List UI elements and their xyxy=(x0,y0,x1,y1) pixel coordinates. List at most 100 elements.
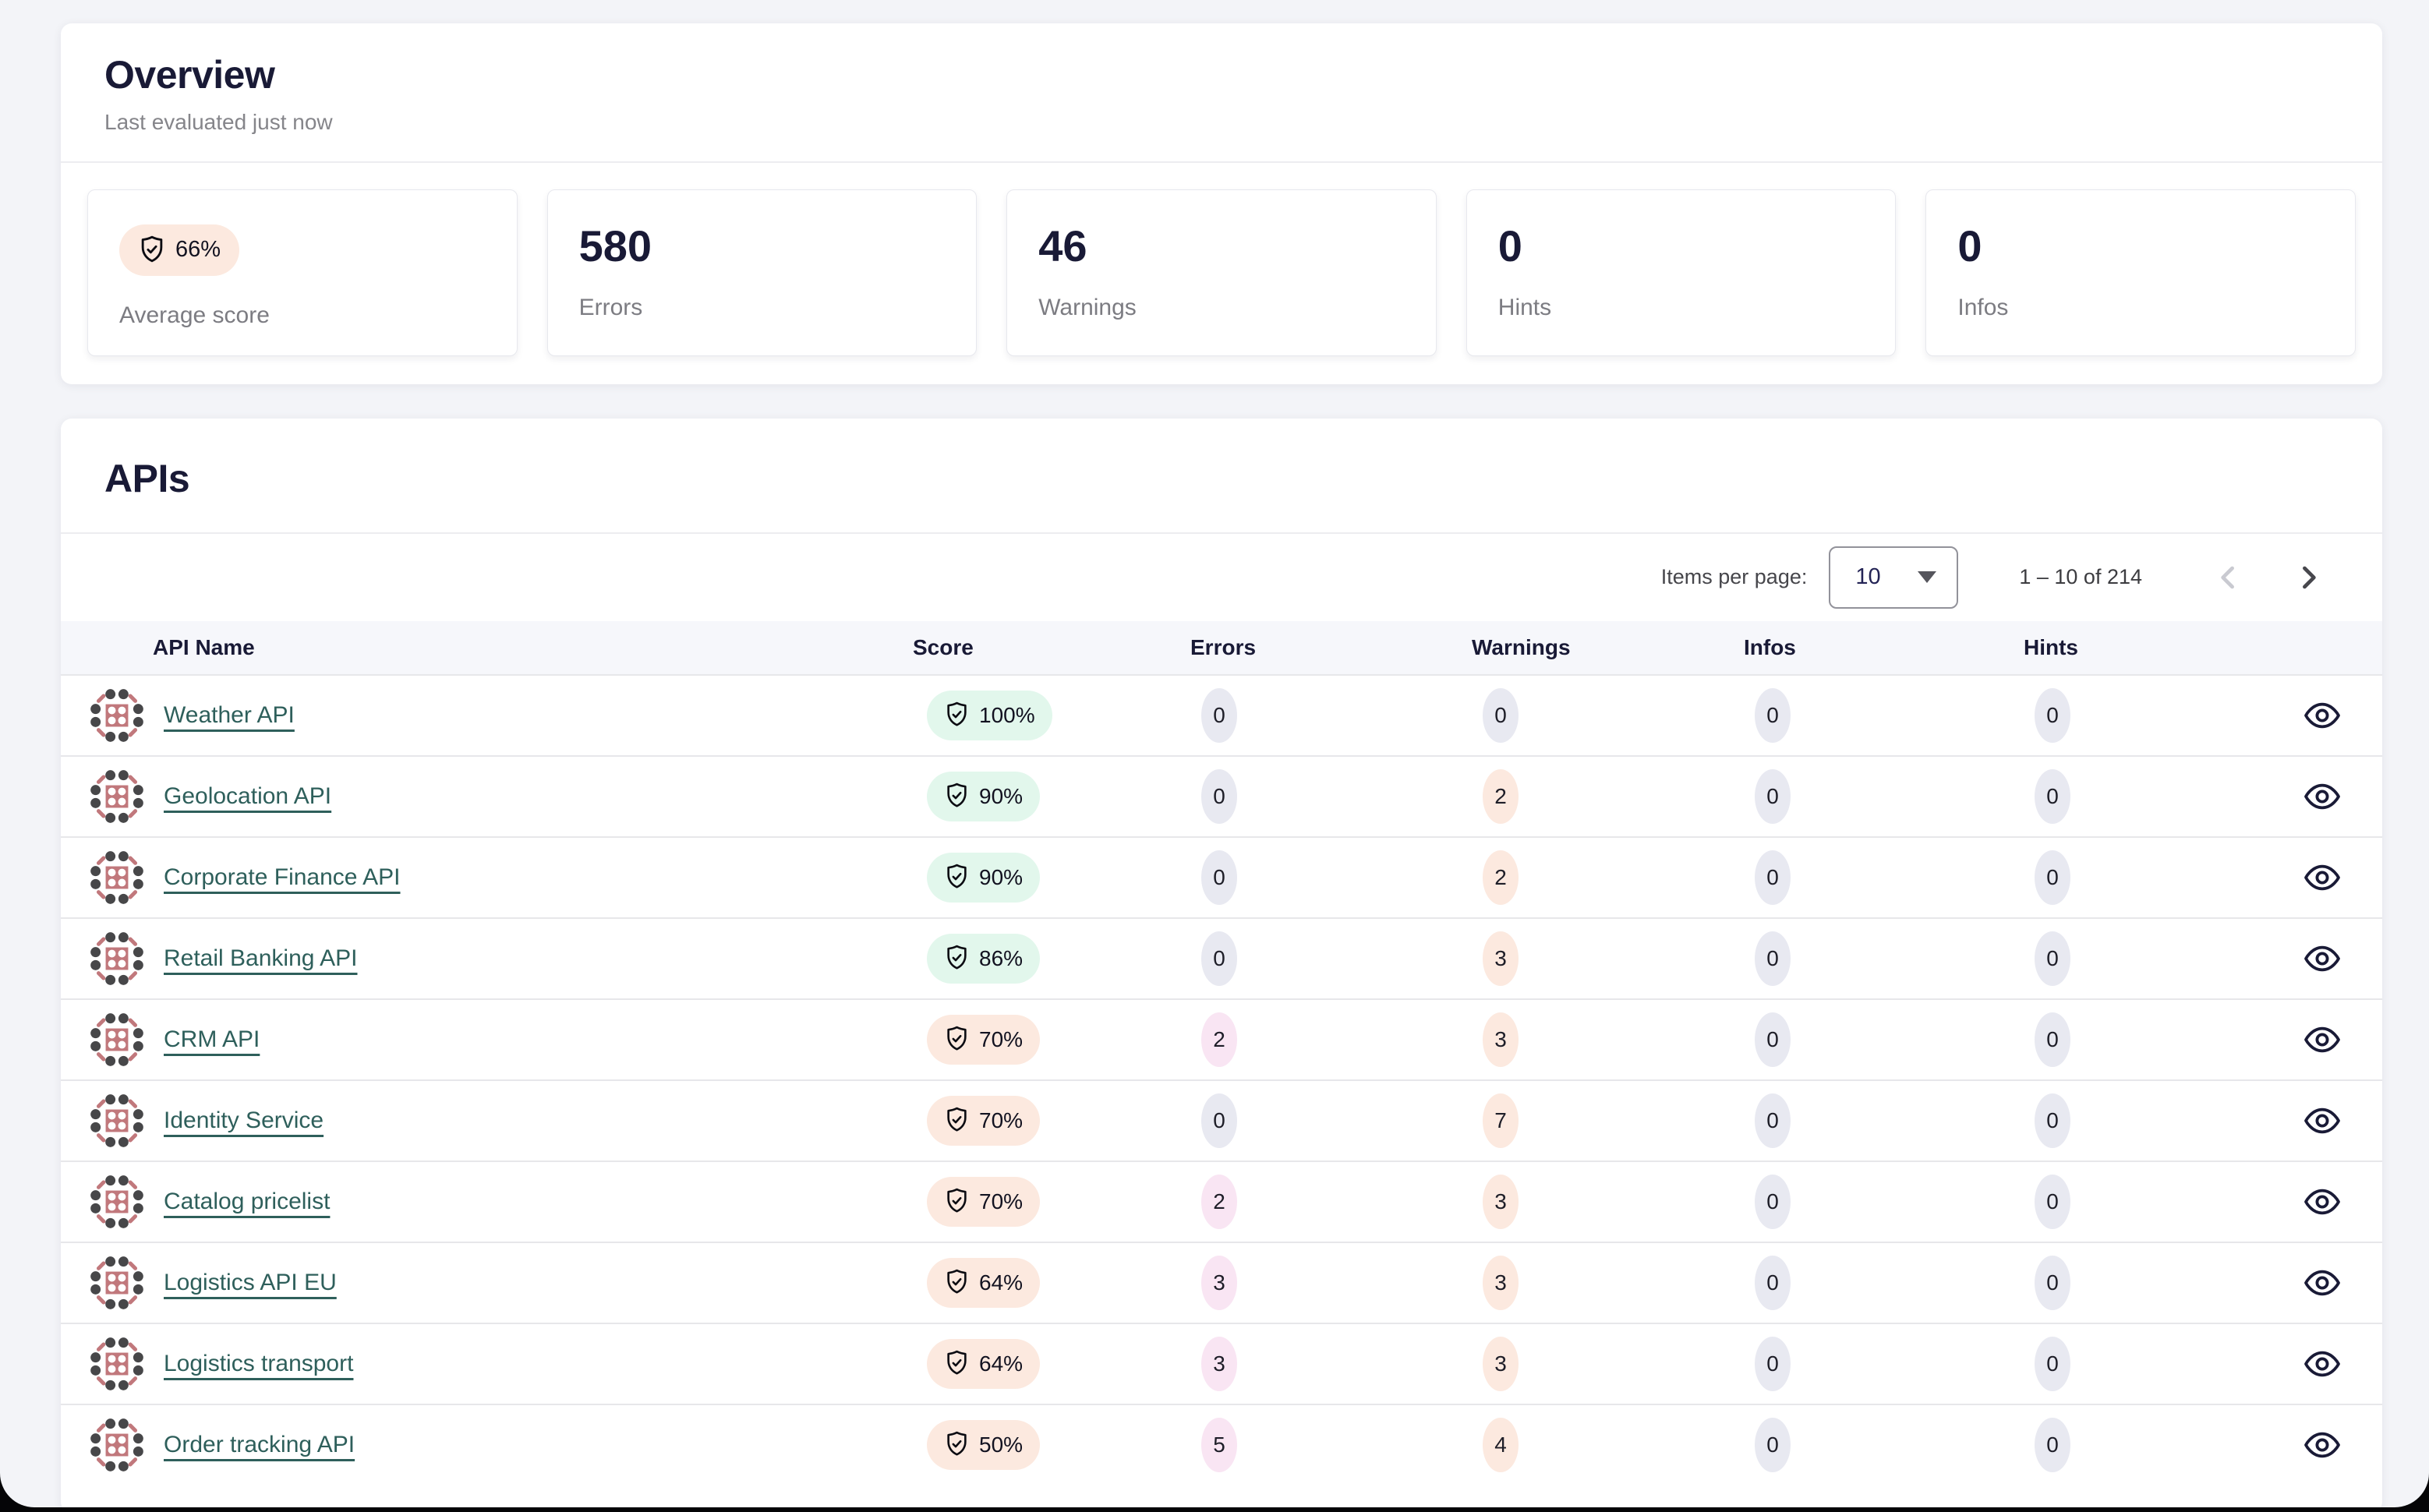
errors-cell: 0 xyxy=(1190,850,1472,905)
view-api-button[interactable] xyxy=(2301,857,2343,899)
hints-cell: 0 xyxy=(2024,1175,2237,1229)
hints-cell: 0 xyxy=(2024,1337,2237,1391)
chevron-right-icon xyxy=(2291,560,2325,595)
score-badge: 86% xyxy=(927,934,1040,984)
view-api-button[interactable] xyxy=(2301,1100,2343,1142)
table-row: Retail Banking API 86% 0 3 0 0 xyxy=(61,917,2382,998)
score-value: 70% xyxy=(979,1027,1023,1052)
api-name-cell: Order tracking API xyxy=(61,1415,913,1475)
infos-cell: 0 xyxy=(1744,1337,2024,1391)
shield-check-icon xyxy=(944,1187,970,1216)
score-badge: 70% xyxy=(927,1015,1040,1065)
score-value: 64% xyxy=(979,1270,1023,1295)
warnings-cell: 3 xyxy=(1472,1012,1744,1067)
api-name-cell: CRM API xyxy=(61,1010,913,1069)
score-value: 90% xyxy=(979,784,1023,809)
api-name-cell: Geolocation API xyxy=(61,767,913,826)
view-api-button[interactable] xyxy=(2301,938,2343,980)
api-name-cell: Catalog pricelist xyxy=(61,1172,913,1231)
view-api-button[interactable] xyxy=(2301,1343,2343,1385)
api-avatar-icon xyxy=(87,1010,147,1069)
score-badge: 64% xyxy=(927,1339,1040,1389)
hints-cell: 0 xyxy=(2024,688,2237,743)
view-api-button[interactable] xyxy=(2301,694,2343,737)
score-cell: 70% xyxy=(913,1177,1190,1227)
warnings-badge: 3 xyxy=(1483,1175,1519,1229)
api-name-link[interactable]: Logistics API EU xyxy=(164,1270,337,1296)
actions-cell xyxy=(2237,857,2381,899)
api-name-link[interactable]: Geolocation API xyxy=(164,783,331,810)
table-row: Order tracking API 50% 5 4 0 0 xyxy=(61,1404,2382,1485)
infos-cell: 0 xyxy=(1744,688,2024,743)
view-api-button[interactable] xyxy=(2301,1181,2343,1223)
hints-cell: 0 xyxy=(2024,850,2237,905)
api-name-link[interactable]: Logistics transport xyxy=(164,1351,353,1377)
stat-label: Hints xyxy=(1498,295,1865,321)
errors-badge: 5 xyxy=(1201,1418,1237,1472)
score-cell: 90% xyxy=(913,853,1190,903)
hints-badge: 0 xyxy=(2035,931,2070,986)
api-avatar-icon xyxy=(87,929,147,988)
errors-badge: 3 xyxy=(1201,1337,1237,1391)
score-cell: 70% xyxy=(913,1096,1190,1146)
next-page-button[interactable] xyxy=(2289,558,2328,597)
warnings-cell: 2 xyxy=(1472,769,1744,824)
warnings-cell: 3 xyxy=(1472,1256,1744,1310)
column-header-score: Score xyxy=(913,635,1190,660)
previous-page-button[interactable] xyxy=(2209,558,2248,597)
api-avatar-icon xyxy=(87,1253,147,1312)
score-badge: 90% xyxy=(927,772,1040,821)
score-value: 86% xyxy=(979,946,1023,971)
api-name-link[interactable]: Weather API xyxy=(164,702,295,729)
api-name-link[interactable]: Identity Service xyxy=(164,1108,324,1134)
items-per-page-label: Items per page: xyxy=(1661,565,1808,589)
api-name-link[interactable]: Catalog pricelist xyxy=(164,1189,330,1215)
errors-cell: 3 xyxy=(1190,1337,1472,1391)
average-score-value: 66% xyxy=(175,237,221,263)
eye-icon xyxy=(2302,781,2342,812)
errors-badge: 0 xyxy=(1201,688,1237,743)
warnings-badge: 3 xyxy=(1483,1337,1519,1391)
warnings-badge: 3 xyxy=(1483,931,1519,986)
dropdown-caret-icon xyxy=(1918,571,1936,583)
score-cell: 100% xyxy=(913,691,1190,740)
api-avatar-icon xyxy=(87,1172,147,1231)
column-header-warnings: Warnings xyxy=(1472,635,1744,660)
errors-badge: 0 xyxy=(1201,931,1237,986)
view-api-button[interactable] xyxy=(2301,1424,2343,1466)
actions-cell xyxy=(2237,1424,2381,1466)
api-name-cell: Logistics transport xyxy=(61,1334,913,1394)
hints-cell: 0 xyxy=(2024,931,2237,986)
actions-cell xyxy=(2237,1019,2381,1061)
eye-icon xyxy=(2302,862,2342,893)
hints-cell: 0 xyxy=(2024,1256,2237,1310)
errors-cell: 0 xyxy=(1190,1093,1472,1148)
table-header-row: API Name Score Errors Warnings Infos Hin… xyxy=(61,621,2382,674)
items-per-page-value: 10 xyxy=(1855,564,1880,590)
items-per-page-select[interactable]: 10 xyxy=(1829,546,1958,609)
shield-check-icon xyxy=(944,863,970,892)
last-evaluated-text: Last evaluated just now xyxy=(104,110,2339,135)
infos-cell: 0 xyxy=(1744,769,2024,824)
score-cell: 86% xyxy=(913,934,1190,984)
apis-header: APIs xyxy=(61,419,2382,532)
warnings-badge: 3 xyxy=(1483,1256,1519,1310)
actions-cell xyxy=(2237,1100,2381,1142)
infos-cell: 0 xyxy=(1744,1175,2024,1229)
api-name-link[interactable]: Corporate Finance API xyxy=(164,864,401,891)
score-badge: 64% xyxy=(927,1258,1040,1308)
table-row: Identity Service 70% 0 7 0 0 xyxy=(61,1079,2382,1160)
column-header-api-name: API Name xyxy=(61,635,913,660)
view-api-button[interactable] xyxy=(2301,1019,2343,1061)
errors-cell: 0 xyxy=(1190,931,1472,986)
view-api-button[interactable] xyxy=(2301,1262,2343,1304)
api-name-cell: Identity Service xyxy=(61,1091,913,1150)
api-name-link[interactable]: CRM API xyxy=(164,1026,260,1053)
api-name-link[interactable]: Retail Banking API xyxy=(164,945,357,972)
actions-cell xyxy=(2237,1262,2381,1304)
score-cell: 70% xyxy=(913,1015,1190,1065)
infos-badge: 0 xyxy=(1755,1256,1791,1310)
api-name-link[interactable]: Order tracking API xyxy=(164,1432,355,1458)
warnings-badge: 2 xyxy=(1483,769,1519,824)
view-api-button[interactable] xyxy=(2301,775,2343,818)
